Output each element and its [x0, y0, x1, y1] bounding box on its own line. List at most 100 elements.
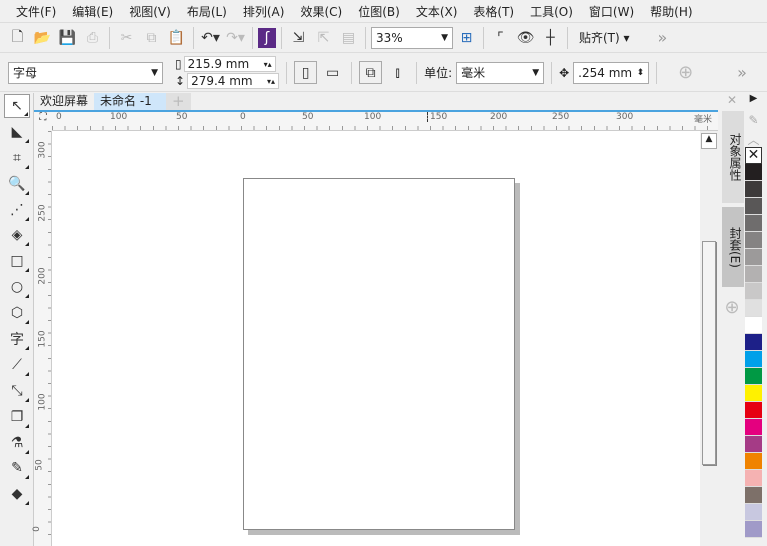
- menu-item[interactable]: 文件(F): [8, 3, 64, 20]
- tab-welcome-screen[interactable]: 欢迎屏幕: [34, 93, 94, 110]
- menu-item[interactable]: 位图(B): [350, 3, 408, 20]
- units-select[interactable]: 毫米 ▼: [456, 61, 545, 84]
- menu-item[interactable]: 布局(L): [179, 3, 235, 20]
- snap-to-button[interactable]: 贴齐(T) ▾: [573, 29, 636, 46]
- color-swatch[interactable]: [745, 419, 762, 436]
- new-document-icon[interactable]: 🗋: [6, 26, 29, 49]
- paste-icon[interactable]: 📋: [165, 26, 188, 49]
- all-pages-icon[interactable]: ⧉: [359, 61, 383, 84]
- drop-shadow-tool-icon[interactable]: ❐: [4, 405, 30, 429]
- add-icon[interactable]: ⊕: [674, 61, 697, 84]
- color-swatch[interactable]: [745, 487, 762, 504]
- zoom-tool-icon[interactable]: 🔍: [4, 172, 30, 196]
- color-swatch[interactable]: [745, 249, 762, 266]
- show-rulers-icon[interactable]: ⌜: [489, 26, 512, 49]
- menu-item[interactable]: 文本(X): [408, 3, 466, 20]
- smart-fill-tool-icon[interactable]: ◈: [4, 223, 30, 247]
- menu-item[interactable]: 视图(V): [121, 3, 179, 20]
- ellipse-tool-icon[interactable]: ○: [4, 275, 30, 299]
- menu-item[interactable]: 编辑(E): [64, 3, 121, 20]
- color-swatch[interactable]: [745, 504, 762, 521]
- rectangle-tool-icon[interactable]: □: [4, 249, 30, 273]
- export-icon[interactable]: ⇱: [312, 26, 335, 49]
- menu-item[interactable]: 表格(T): [465, 3, 522, 20]
- color-swatch[interactable]: [745, 351, 762, 368]
- nudge-distance-input[interactable]: .254 mm ⬍: [573, 61, 650, 84]
- zoom-level-select[interactable]: 33% ▼: [371, 26, 453, 49]
- color-swatch[interactable]: [745, 521, 762, 538]
- dimension-tool-icon[interactable]: ⟋: [4, 353, 30, 377]
- color-swatch[interactable]: [745, 164, 762, 181]
- ruler-origin-icon[interactable]: ⛶: [34, 112, 52, 131]
- color-swatch[interactable]: [745, 215, 762, 232]
- shape-tool-icon[interactable]: ◣: [4, 120, 30, 144]
- color-swatch[interactable]: [745, 368, 762, 385]
- add-docker-icon[interactable]: ⊕: [720, 297, 744, 318]
- menu-item[interactable]: 效果(C): [292, 3, 350, 20]
- vertical-scrollbar[interactable]: ▲: [700, 131, 718, 546]
- print-icon[interactable]: ⎙: [81, 26, 104, 49]
- full-screen-preview-icon[interactable]: ⊞: [455, 26, 478, 49]
- connector-tool-icon[interactable]: ⤡: [4, 379, 30, 403]
- color-swatch[interactable]: [745, 266, 762, 283]
- tab-untitled-1[interactable]: 未命名 -1: [94, 93, 167, 110]
- new-tab-button[interactable]: +: [166, 93, 191, 110]
- propbar-overflow-button[interactable]: »: [737, 63, 747, 82]
- corel-connect-icon[interactable]: ʃ: [258, 27, 276, 48]
- color-swatch[interactable]: [745, 198, 762, 215]
- menu-item[interactable]: 工具(O): [522, 3, 581, 20]
- menu-item[interactable]: 窗口(W): [581, 3, 642, 20]
- pick-tool-icon[interactable]: ↖: [4, 94, 30, 118]
- color-swatch[interactable]: [745, 181, 762, 198]
- color-swatch[interactable]: [745, 300, 762, 317]
- undo-icon[interactable]: ↶▾: [199, 26, 222, 49]
- color-swatch[interactable]: [745, 470, 762, 487]
- horizontal-ruler[interactable]: 0 100 50 0 50 100 150 200 250 300 毫米: [52, 112, 718, 131]
- copy-icon[interactable]: ⧉: [140, 26, 163, 49]
- color-swatch[interactable]: [745, 453, 762, 470]
- page-width-input[interactable]: 215.9 mm ▾▴: [183, 56, 276, 72]
- crop-tool-icon[interactable]: ⌗: [4, 146, 30, 170]
- scroll-thumb[interactable]: [702, 241, 716, 465]
- color-swatch[interactable]: [745, 317, 762, 334]
- landscape-icon[interactable]: ▭: [321, 61, 344, 84]
- scroll-up-icon[interactable]: ︿: [745, 131, 762, 147]
- docker-tab-object-properties[interactable]: 对象属性: [722, 111, 744, 203]
- close-icon[interactable]: ✕: [720, 93, 744, 111]
- publish-pdf-icon[interactable]: ▤: [337, 26, 360, 49]
- cut-icon[interactable]: ✂: [115, 26, 138, 49]
- vertical-ruler[interactable]: 300 250 200 150 100 50 0: [32, 131, 52, 546]
- menu-item[interactable]: 帮助(H): [642, 3, 700, 20]
- spinner-icon[interactable]: ⬍: [637, 68, 645, 78]
- text-tool-icon[interactable]: 字: [4, 327, 30, 351]
- polygon-tool-icon[interactable]: ⬡: [4, 301, 30, 325]
- color-swatch[interactable]: [745, 334, 762, 351]
- page-size-select[interactable]: 字母 ▼: [8, 61, 163, 84]
- open-icon[interactable]: 📂: [31, 26, 54, 49]
- show-grid-icon[interactable]: 👁: [514, 26, 537, 49]
- palette-menu-icon[interactable]: ▶: [745, 93, 762, 113]
- color-swatch[interactable]: [745, 232, 762, 249]
- portrait-icon[interactable]: ▯: [294, 61, 318, 84]
- toolbar-overflow-button[interactable]: »: [658, 28, 668, 47]
- color-swatch[interactable]: [745, 436, 762, 453]
- color-swatch[interactable]: [745, 402, 762, 419]
- eyedropper-tool-icon[interactable]: ✎: [4, 456, 30, 480]
- color-swatch[interactable]: [745, 283, 762, 300]
- transparency-tool-icon[interactable]: ⚗: [4, 431, 30, 455]
- save-icon[interactable]: 💾: [56, 26, 79, 49]
- show-guidelines-icon[interactable]: ┼: [539, 26, 562, 49]
- menu-item[interactable]: 排列(A): [235, 3, 293, 20]
- docker-tab-envelope[interactable]: 封套(E): [722, 207, 744, 287]
- eyedropper-icon[interactable]: ✎: [745, 113, 762, 131]
- no-color-swatch[interactable]: ✕: [745, 147, 762, 164]
- color-swatch[interactable]: [745, 385, 762, 402]
- scroll-up-button[interactable]: ▲: [701, 133, 717, 149]
- page-height-input[interactable]: 279.4 mm ▾▴: [187, 73, 280, 89]
- import-icon[interactable]: ⇲: [287, 26, 310, 49]
- document-page[interactable]: [243, 178, 515, 530]
- fill-tool-icon[interactable]: ◆: [4, 482, 30, 506]
- current-page-icon[interactable]: ⫾: [386, 61, 409, 84]
- freehand-tool-icon[interactable]: ⋰: [4, 198, 30, 222]
- redo-icon[interactable]: ↷▾: [224, 26, 247, 49]
